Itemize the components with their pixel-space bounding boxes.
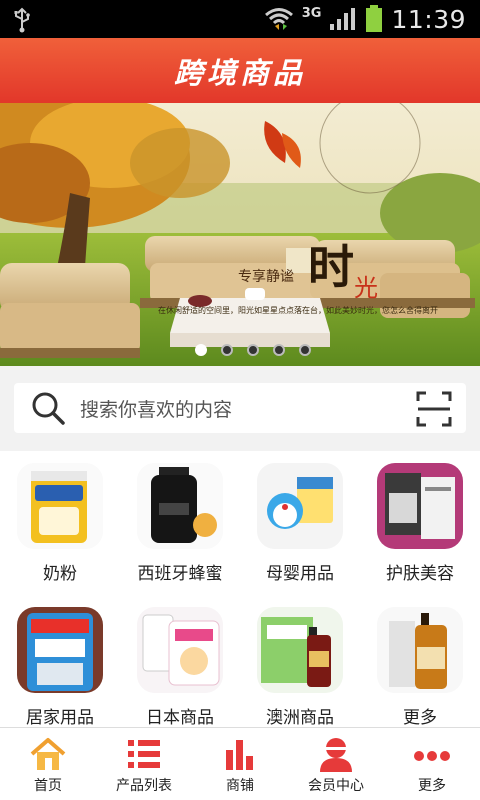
category-label: 奶粉 bbox=[43, 564, 77, 584]
clock: 11:39 bbox=[391, 4, 466, 34]
tab-label: 会员中心 bbox=[308, 778, 364, 794]
category-label: 护肤美容 bbox=[386, 564, 454, 584]
network-type: 3G bbox=[301, 5, 322, 21]
category-label: 更多 bbox=[403, 708, 437, 728]
carousel-indicator bbox=[195, 344, 311, 356]
tab-product-list[interactable]: 产品列表 bbox=[96, 728, 192, 800]
australia-goods-image bbox=[257, 607, 343, 693]
search-section: 搜索你喜欢的内容 bbox=[0, 366, 480, 451]
page-title: 跨境商品 bbox=[173, 55, 306, 90]
category-household[interactable]: 居家用品 bbox=[0, 595, 120, 733]
status-bar: 3G 11:39 bbox=[0, 0, 480, 38]
category-skincare[interactable]: 护肤美容 bbox=[360, 451, 480, 589]
banner-subtitle: 在休闲舒适的空间里，阳光如星星点点落在台，如此美妙时光，您怎么舍得离开 bbox=[158, 306, 438, 315]
milk-powder-image bbox=[17, 463, 103, 549]
household-image bbox=[17, 607, 103, 693]
wifi-icon bbox=[264, 8, 293, 30]
category-label: 西班牙蜂蜜 bbox=[137, 564, 223, 584]
tab-label: 更多 bbox=[418, 778, 446, 794]
category-milk-powder[interactable]: 奶粉 bbox=[0, 451, 120, 589]
more-image bbox=[377, 607, 463, 693]
carousel-dot[interactable] bbox=[195, 344, 207, 356]
category-label: 日本商品 bbox=[146, 708, 214, 728]
tab-member-center[interactable]: 会员中心 bbox=[288, 728, 384, 800]
signal-icon bbox=[330, 8, 356, 30]
category-baby-products[interactable]: 母婴用品 bbox=[240, 451, 360, 589]
tab-label: 首页 bbox=[34, 778, 62, 794]
baby-products-image bbox=[257, 463, 343, 549]
search-input[interactable]: 搜索你喜欢的内容 bbox=[80, 395, 232, 422]
banner-image bbox=[0, 103, 480, 366]
banner-tagline: 专享静谧 bbox=[238, 269, 294, 285]
bottom-nav: 首页 产品列表 商铺 会员中心 更多 bbox=[0, 727, 480, 800]
list-icon bbox=[128, 740, 160, 768]
home-icon bbox=[30, 738, 66, 770]
tab-home[interactable]: 首页 bbox=[0, 728, 96, 800]
bar-chart-icon bbox=[226, 740, 253, 770]
promo-banner[interactable]: 专享静谧 时 光 在休闲舒适的空间里，阳光如星星点点落在台，如此美妙时光，您怎么… bbox=[0, 103, 480, 366]
banner-headline-suffix: 光 bbox=[354, 274, 378, 302]
category-label: 母婴用品 bbox=[266, 564, 334, 584]
tab-more[interactable]: 更多 bbox=[384, 728, 480, 800]
app-header: 跨境商品 bbox=[0, 38, 480, 103]
user-icon bbox=[320, 738, 352, 772]
scan-icon[interactable] bbox=[416, 391, 452, 427]
category-label: 澳洲商品 bbox=[266, 708, 334, 728]
honey-image bbox=[137, 463, 223, 549]
search-bar[interactable]: 搜索你喜欢的内容 bbox=[14, 383, 466, 433]
japan-goods-image bbox=[137, 607, 223, 693]
tab-label: 商铺 bbox=[226, 778, 254, 794]
category-label: 居家用品 bbox=[26, 708, 94, 728]
banner-headline: 时 bbox=[308, 240, 354, 294]
category-grid: 奶粉 西班牙蜂蜜 母婴用品 护肤美容 居家用品 日本商品 澳洲商品 更多 bbox=[0, 451, 480, 728]
carousel-dot[interactable] bbox=[221, 344, 233, 356]
carousel-dot[interactable] bbox=[299, 344, 311, 356]
skincare-image bbox=[377, 463, 463, 549]
category-spanish-honey[interactable]: 西班牙蜂蜜 bbox=[120, 451, 240, 589]
category-australia-goods[interactable]: 澳洲商品 bbox=[240, 595, 360, 733]
more-dots-icon bbox=[414, 751, 450, 761]
battery-icon bbox=[366, 5, 383, 32]
category-more[interactable]: 更多 bbox=[360, 595, 480, 733]
usb-icon bbox=[14, 7, 30, 33]
search-icon[interactable] bbox=[28, 388, 68, 428]
tab-label: 产品列表 bbox=[116, 778, 172, 794]
category-japan-goods[interactable]: 日本商品 bbox=[120, 595, 240, 733]
carousel-dot[interactable] bbox=[273, 344, 285, 356]
tab-shop[interactable]: 商铺 bbox=[192, 728, 288, 800]
carousel-dot[interactable] bbox=[247, 344, 259, 356]
